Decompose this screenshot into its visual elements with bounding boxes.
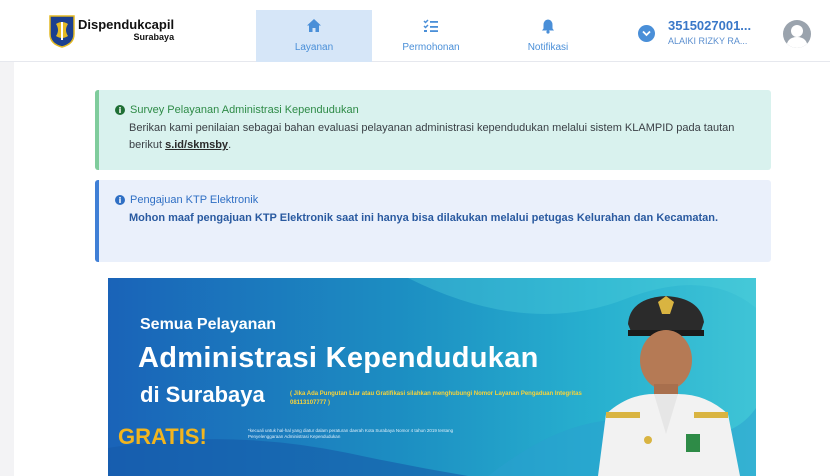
banner-line3: di Surabaya bbox=[140, 382, 265, 407]
nav-notifikasi[interactable]: Notifikasi bbox=[490, 10, 606, 62]
ktp-alert: i Pengajuan KTP Elektronik Mohon maaf pe… bbox=[95, 180, 771, 262]
banner-note: ( Jika Ada Pungutan Liar atau Gratifikas… bbox=[290, 391, 582, 406]
list-icon bbox=[423, 19, 438, 32]
avatar[interactable] bbox=[783, 20, 811, 48]
chevron-down-icon[interactable] bbox=[638, 25, 655, 42]
nav-label: Notifikasi bbox=[527, 42, 569, 53]
banner-footnote: *kecuali untuk hal-hal yang diatur dalam… bbox=[248, 428, 454, 439]
user-name: ALAIKI RIZKY RA... bbox=[668, 36, 748, 46]
alert-title: Survey Pelayanan Administrasi Kependuduk… bbox=[130, 104, 359, 116]
alert-body: Berikan kami penilaian sebagai bahan eva… bbox=[129, 120, 757, 154]
banner-headline: Administrasi Kependudukan bbox=[138, 342, 539, 374]
info-icon: i bbox=[115, 195, 125, 205]
brand[interactable]: Dispendukcapil Surabaya bbox=[48, 14, 174, 48]
alert-title: Pengajuan KTP Elektronik bbox=[130, 194, 259, 206]
info-icon: i bbox=[115, 105, 125, 115]
nav-layanan[interactable]: Layanan bbox=[256, 10, 372, 62]
top-navbar: Dispendukcapil Surabaya Layanan Permohon… bbox=[0, 0, 830, 62]
banner-gratis: GRATIS! bbox=[118, 424, 207, 449]
home-icon bbox=[307, 19, 321, 32]
official-portrait bbox=[598, 296, 740, 476]
alert-text-end: . bbox=[228, 139, 232, 151]
nav-label: Permohonan bbox=[402, 42, 460, 53]
survey-link[interactable]: s.id/skmsby bbox=[165, 139, 228, 151]
banner-line1: Semua Pelayanan bbox=[140, 316, 277, 333]
promo-banner[interactable]: Semua Pelayanan Administrasi Kependuduka… bbox=[108, 278, 756, 476]
nav-permohonan[interactable]: Permohonan bbox=[373, 10, 489, 62]
survey-alert: i Survey Pelayanan Administrasi Kependud… bbox=[95, 90, 771, 170]
nav-label: Layanan bbox=[294, 42, 334, 53]
brand-subtitle: Surabaya bbox=[133, 32, 175, 42]
alert-body: Mohon maaf pengajuan KTP Elektronik saat… bbox=[129, 212, 719, 224]
city-logo-icon bbox=[49, 15, 75, 48]
bell-icon bbox=[542, 19, 554, 34]
brand-name: Dispendukcapil bbox=[78, 17, 175, 32]
user-nik: 3515027001... bbox=[668, 18, 752, 33]
user-avatar-icon bbox=[786, 25, 808, 48]
